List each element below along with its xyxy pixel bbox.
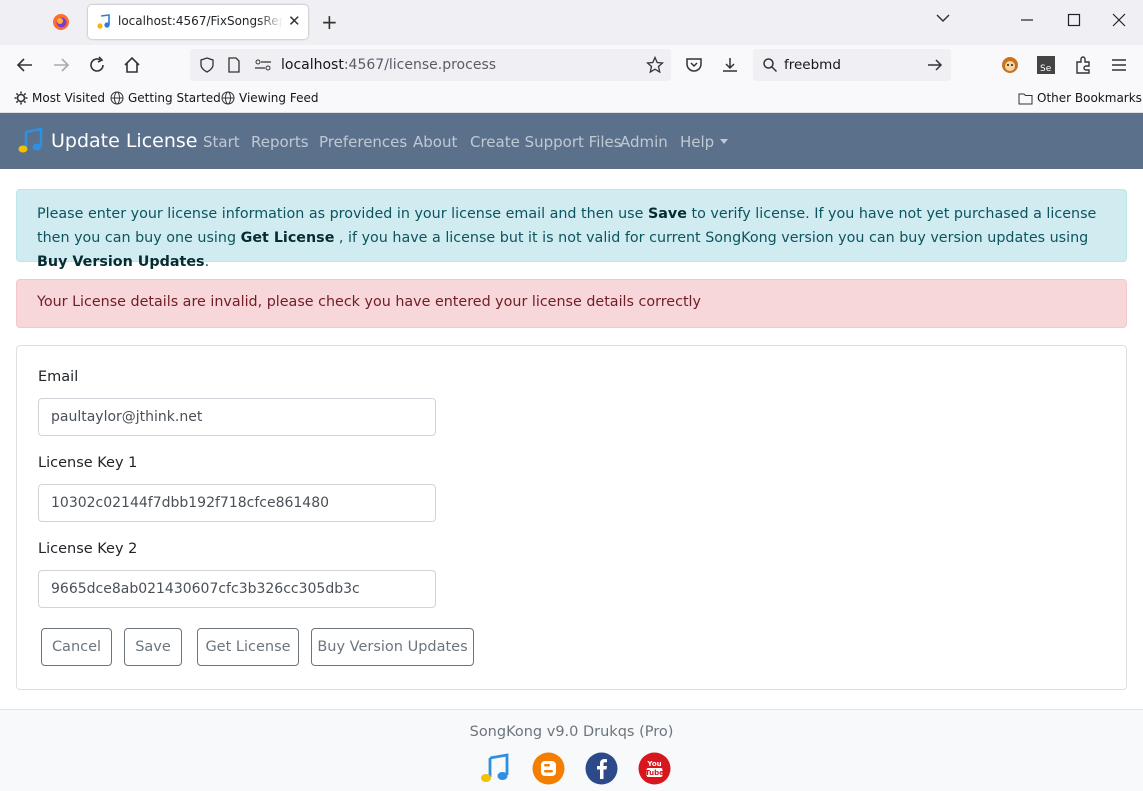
license-key-1-label: License Key 1 (38, 455, 138, 471)
songkong-logo-icon[interactable] (17, 127, 45, 155)
close-window-icon[interactable] (1112, 12, 1126, 28)
bookmark-most-visited[interactable]: Most Visited (14, 91, 105, 105)
svg-text:Tube: Tube (645, 769, 664, 777)
extensions-puzzle-icon[interactable] (1073, 55, 1093, 75)
search-icon (763, 58, 778, 73)
save-button[interactable]: Save (124, 628, 182, 666)
pocket-icon[interactable] (684, 55, 704, 75)
search-bar[interactable]: freebmd (753, 49, 951, 81)
nav-create-support-files[interactable]: Create Support Files (470, 133, 622, 151)
email-label: Email (38, 369, 79, 385)
nav-help-dropdown[interactable]: Help (680, 133, 729, 151)
globe-icon (110, 91, 124, 105)
nav-reports[interactable]: Reports (251, 133, 309, 151)
bookmarks-toolbar: Most Visited Getting Started Viewing Fee… (0, 85, 1143, 113)
site-settings-icon[interactable] (254, 59, 272, 71)
license-key-1-field[interactable]: 10302c02144f7dbb192f718cfce861480 (38, 484, 436, 522)
tab-close-icon[interactable]: ✕ (288, 12, 301, 30)
new-tab-icon[interactable]: + (321, 10, 338, 34)
browser-toolbar: localhost:4567/license.process freebmd S… (0, 45, 1143, 85)
firefox-icon[interactable] (52, 13, 70, 31)
nav-about[interactable]: About (413, 133, 457, 151)
svg-text:You: You (646, 760, 661, 768)
blogger-icon[interactable] (532, 752, 565, 785)
maximize-icon[interactable] (1067, 12, 1081, 28)
shield-icon[interactable] (199, 57, 215, 73)
cancel-button[interactable]: Cancel (41, 628, 112, 666)
get-license-button[interactable]: Get License (197, 628, 299, 666)
caret-down-icon (720, 139, 729, 144)
search-input[interactable]: freebmd (784, 57, 841, 73)
extension-monkey-icon[interactable] (1000, 55, 1020, 75)
back-arrow-icon[interactable] (15, 55, 35, 75)
page-title[interactable]: Update License (51, 130, 197, 152)
svg-text:Se: Se (1040, 64, 1052, 74)
nav-start[interactable]: Start (203, 133, 240, 151)
youtube-icon[interactable]: You Tube (638, 752, 671, 785)
bookmark-viewing-feed[interactable]: Viewing Feed (221, 91, 318, 105)
songkong-favicon-icon (97, 14, 110, 29)
selenium-extension-icon[interactable]: Se (1036, 55, 1056, 75)
license-key-2-label: License Key 2 (38, 541, 138, 557)
hamburger-menu-icon[interactable] (1109, 55, 1129, 75)
gear-icon (14, 91, 28, 105)
nav-admin[interactable]: Admin (620, 133, 668, 151)
license-key-2-field[interactable]: 9665dce8ab021430607cfc3b326cc305db3c (38, 570, 436, 608)
songkong-music-icon[interactable] (479, 752, 512, 785)
info-alert: Please enter your license information as… (16, 189, 1127, 270)
bookmark-getting-started[interactable]: Getting Started (110, 91, 221, 105)
facebook-icon[interactable] (585, 752, 618, 785)
search-go-arrow-icon[interactable] (927, 58, 943, 72)
url-bar[interactable]: localhost:4567/license.process (190, 49, 671, 81)
globe-icon (221, 91, 235, 105)
page-icon[interactable] (227, 57, 241, 73)
download-icon[interactable] (720, 55, 740, 75)
other-bookmarks[interactable]: Other Bookmarks (1018, 91, 1142, 105)
license-form-card: Email paultaylor@jthink.net License Key … (16, 345, 1127, 690)
error-alert: Your License details are invalid, please… (16, 279, 1127, 328)
tab-list-chevron-icon[interactable] (935, 12, 951, 24)
forward-arrow-icon[interactable] (51, 55, 71, 75)
bookmark-star-icon[interactable] (646, 56, 664, 74)
nav-preferences[interactable]: Preferences (319, 133, 407, 151)
minimize-icon[interactable] (1020, 12, 1034, 28)
folder-icon (1018, 93, 1033, 105)
browser-tab[interactable]: localhost:4567/FixSongsReport ✕ (88, 5, 308, 39)
app-navbar: Update License Start Reports Preferences… (0, 113, 1143, 169)
buy-version-updates-button[interactable]: Buy Version Updates (311, 628, 474, 666)
url-text[interactable]: localhost:4567/license.process (281, 57, 496, 73)
footer: SongKong v9.0 Drukqs (Pro) You Tube (0, 709, 1143, 791)
version-text: SongKong v9.0 Drukqs (Pro) (469, 724, 674, 740)
reload-icon[interactable] (87, 55, 107, 75)
browser-tabstrip: localhost:4567/FixSongsReport ✕ + (0, 0, 1143, 45)
home-icon[interactable] (122, 55, 142, 75)
tab-title: localhost:4567/FixSongsReport (118, 14, 283, 28)
email-field[interactable]: paultaylor@jthink.net (38, 398, 436, 436)
